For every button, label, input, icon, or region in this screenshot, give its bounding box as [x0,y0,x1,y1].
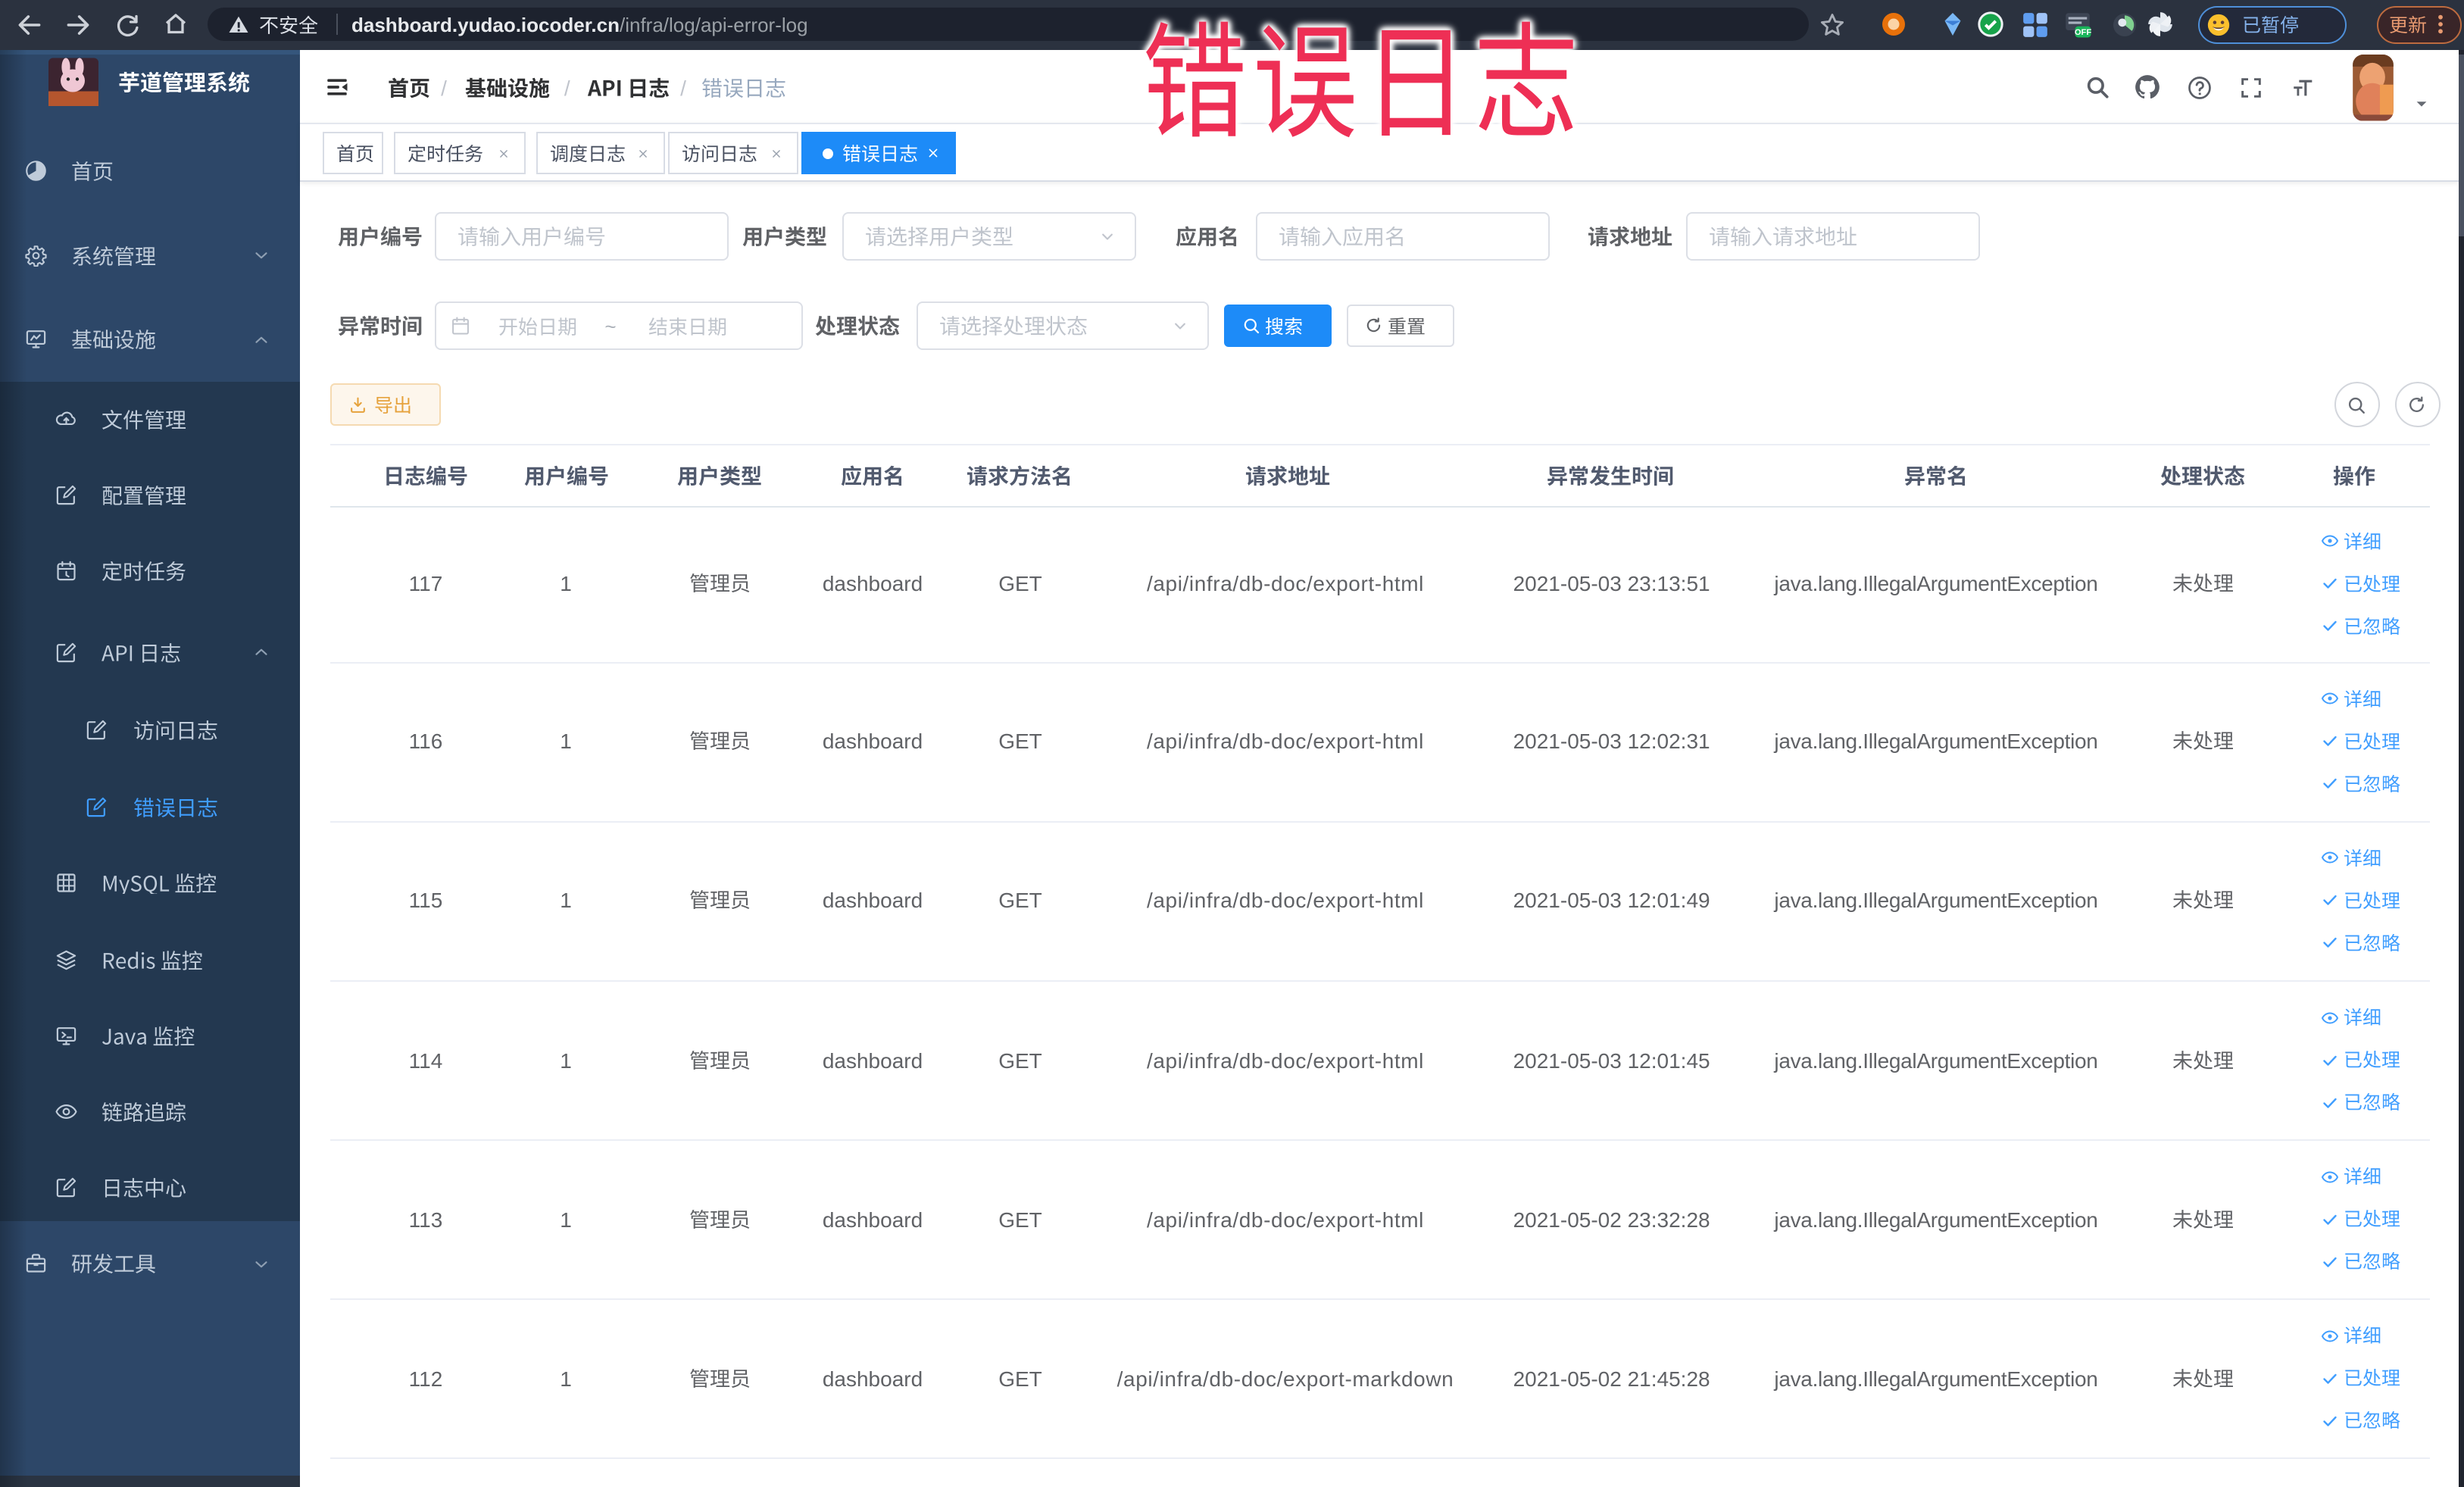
svg-text:OFF: OFF [2075,27,2092,36]
